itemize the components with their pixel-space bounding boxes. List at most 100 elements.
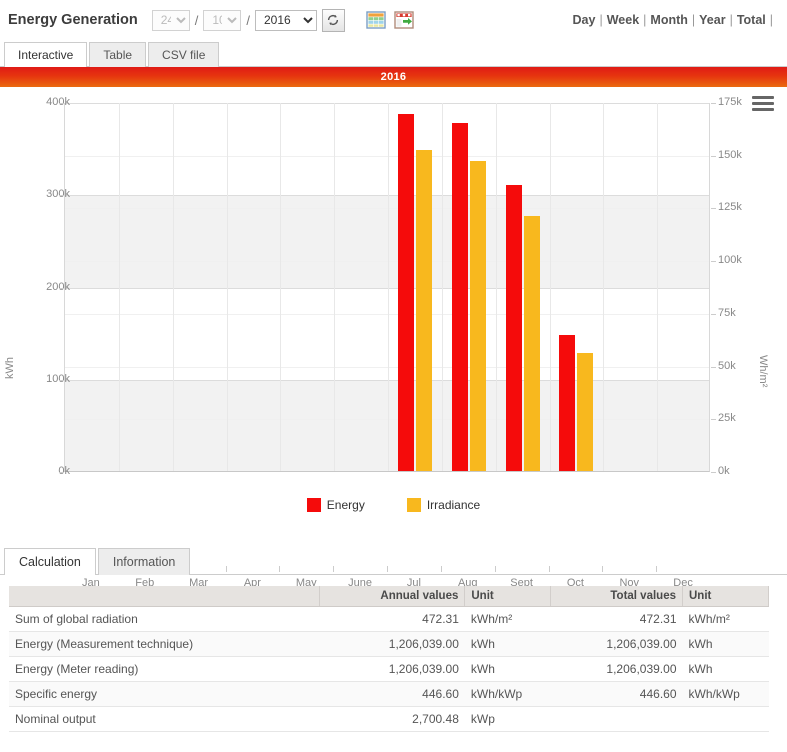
row-label: Nominal output <box>9 706 319 732</box>
total-unit: kWh <box>682 656 769 682</box>
bar-irradiance-oct[interactable] <box>577 353 593 471</box>
tab-csv-file[interactable]: CSV file <box>148 42 220 67</box>
y-axis-tickmark <box>59 103 64 104</box>
y2-axis-tickmark <box>711 419 716 420</box>
gridline-vertical <box>173 103 174 471</box>
y2-axis-tick: 50k <box>718 359 736 372</box>
legend-item-irradiance[interactable]: Irradiance <box>406 498 481 512</box>
annual-unit: kWp <box>464 706 551 732</box>
gridline-vertical <box>227 103 228 471</box>
row-label: Sum of global radiation <box>9 606 319 632</box>
row-label: Specific energy <box>9 681 319 707</box>
total-value: 1,206,039.00 <box>550 631 683 657</box>
annual-value: 1,206,039.00 <box>319 656 465 682</box>
plot-band <box>65 195 709 288</box>
period-sep-1: | <box>599 13 603 27</box>
row-label: Energy (Meter reading) <box>9 656 319 682</box>
tab-information[interactable]: Information <box>97 548 191 575</box>
period-link-year[interactable]: Year <box>699 13 725 27</box>
y-axis-tickmark <box>59 195 64 196</box>
y-axis-tick: 100k <box>46 372 70 385</box>
period-navigation: Day | Week | Month | Year | Total | <box>573 0 777 40</box>
period-link-week[interactable]: Week <box>607 13 639 27</box>
details-section: Calculation Information Annual values Un… <box>0 545 787 732</box>
y2-axis-tickmark <box>711 103 716 104</box>
table-row: Energy (Meter reading) 1,206,039.00 kWh 1,2… <box>9 656 769 682</box>
view-tabs: Interactive Table CSV file <box>0 40 787 67</box>
col-header-name <box>9 586 320 607</box>
table-row: Sum of global radiation 472.31 kWh/m² 472.3… <box>9 606 769 632</box>
excel-export-icon <box>394 11 415 29</box>
hamburger-menu-icon[interactable] <box>752 96 774 114</box>
total-unit: kWh/m² <box>682 606 769 632</box>
total-value <box>550 706 683 732</box>
plot-band <box>65 379 709 471</box>
gridline-vertical <box>442 103 443 471</box>
table-row: Energy (Measurement technique) 1,206,039.… <box>9 631 769 657</box>
gridline-vertical <box>119 103 120 471</box>
month-select[interactable]: 10 <box>203 9 242 31</box>
day-select[interactable]: 24 <box>151 9 190 31</box>
bar-irradiance-sept[interactable] <box>524 216 540 471</box>
period-link-day[interactable]: Day <box>573 13 596 27</box>
date-separator-1: / <box>194 12 199 28</box>
legend-label-energy: Energy <box>326 498 365 512</box>
legend-swatch-irradiance <box>406 498 421 512</box>
y-axis-title: kWh <box>4 357 16 379</box>
gridline-vertical <box>280 103 281 471</box>
y2-axis-tickmark <box>711 367 716 368</box>
excel-export-button[interactable] <box>393 9 416 32</box>
gridline-minor <box>65 156 709 157</box>
legend-swatch-energy <box>306 498 321 512</box>
gridline-vertical <box>496 103 497 471</box>
col-header-total-values: Total values <box>550 586 683 607</box>
bar-energy-aug[interactable] <box>452 123 468 471</box>
y2-axis-tickmark <box>711 156 716 157</box>
legend-item-energy[interactable]: Energy <box>306 498 365 512</box>
gridline-major <box>65 195 709 196</box>
gridline-major <box>65 380 709 381</box>
period-sep-2: | <box>643 13 647 27</box>
table-header-row: Annual values Unit Total values Unit <box>9 586 769 607</box>
y2-axis-tick: 25k <box>718 412 736 425</box>
period-link-month[interactable]: Month <box>650 13 687 27</box>
bar-energy-jul[interactable] <box>398 114 414 471</box>
tab-interactive[interactable]: Interactive <box>4 42 88 67</box>
tab-table[interactable]: Table <box>89 42 147 67</box>
refresh-button[interactable] <box>321 8 345 32</box>
row-label: Energy (Measurement technique) <box>9 631 319 657</box>
bar-energy-oct[interactable] <box>559 335 575 471</box>
bar-irradiance-aug[interactable] <box>470 161 486 471</box>
y2-axis-tickmark <box>711 208 716 209</box>
calculation-table-body: Sum of global radiation 472.31 kWh/m² 472.3… <box>9 606 769 732</box>
gridline-vertical <box>550 103 551 471</box>
gridline-minor <box>65 314 709 315</box>
gridline-vertical <box>334 103 335 471</box>
period-link-total[interactable]: Total <box>737 13 766 27</box>
gridline-minor <box>65 208 709 209</box>
y2-axis-tick: 0k <box>718 465 730 477</box>
total-value: 472.31 <box>550 606 683 632</box>
bar-energy-sept[interactable] <box>506 185 522 471</box>
year-select[interactable]: 2016 <box>254 9 317 31</box>
y2-axis-tick: 75k <box>718 306 736 319</box>
chart-plot-area <box>64 103 710 472</box>
table-export-button[interactable] <box>365 9 388 32</box>
y2-axis-tick: 150k <box>718 148 742 161</box>
annual-unit: kWh/m² <box>464 606 551 632</box>
chart-legend: Energy Irradiance <box>0 498 787 512</box>
table-row: Specific energy 446.60 kWh/kWp 446.60 kWh/kW… <box>9 681 769 707</box>
gridline-minor <box>65 367 709 368</box>
tab-calculation[interactable]: Calculation <box>4 548 96 575</box>
page-title: Energy Generation <box>8 12 138 28</box>
gridline-vertical <box>603 103 604 471</box>
legend-label-irradiance: Irradiance <box>426 498 481 512</box>
bar-irradiance-jul[interactable] <box>416 150 432 471</box>
gridline-vertical <box>388 103 389 471</box>
total-value: 1,206,039.00 <box>550 656 683 682</box>
y2-axis-title: Wh/m² <box>757 355 769 388</box>
period-sep-4: | <box>729 13 733 27</box>
annual-unit: kWh <box>464 656 551 682</box>
annual-value: 472.31 <box>319 606 465 632</box>
annual-value: 446.60 <box>319 681 465 707</box>
